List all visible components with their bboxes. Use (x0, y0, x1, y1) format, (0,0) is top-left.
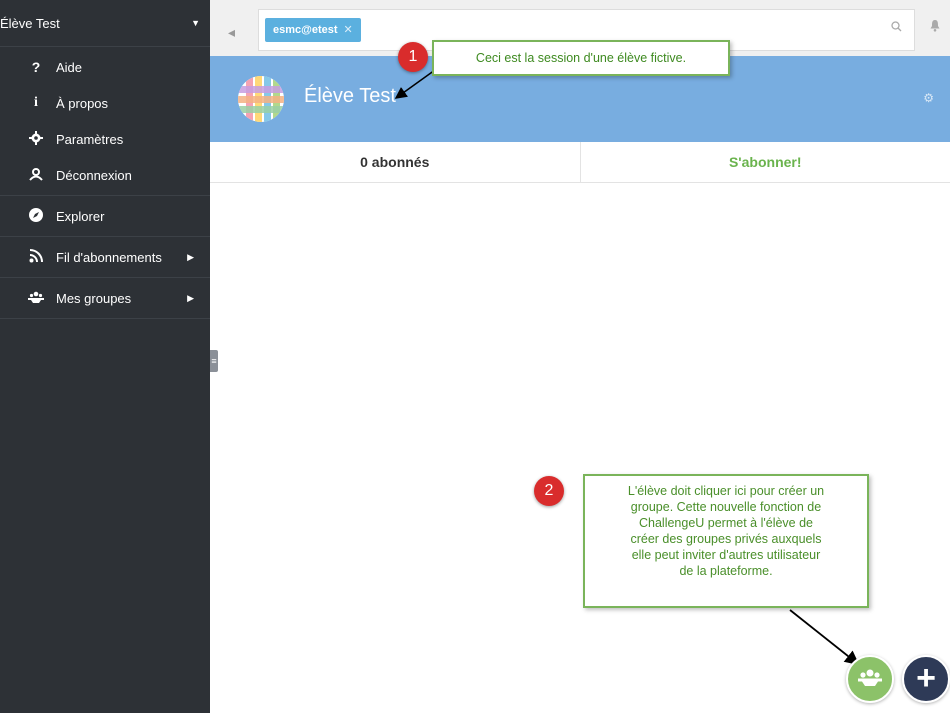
callout2-line: elle peut inviter d'autres utilisateur (631, 548, 821, 562)
group-icon (858, 669, 882, 686)
callout2-line: créer des groupes privés auxquels (630, 532, 822, 546)
callout2-line: de la plateforme. (679, 564, 773, 578)
annotation-number-1: 1 (398, 42, 428, 72)
callout2-line: L'élève doit cliquer ici pour créer un (627, 484, 825, 498)
plus-icon: + (916, 659, 936, 697)
callout2-arrow (789, 609, 860, 666)
annotation-callout-2: L'élève doit cliquer ici pour créer un g… (583, 474, 869, 608)
annotation-callout-1: Ceci est la session d'une élève fictive. (432, 40, 730, 76)
create-group-button[interactable] (846, 655, 894, 703)
callout1-arrow (394, 69, 436, 99)
annotation-number-2: 2 (534, 476, 564, 506)
callout2-line: ChallengeU permet à l'élève de (638, 516, 814, 530)
callout2-line: groupe. Cette nouvelle fonction de (630, 500, 822, 514)
add-button[interactable]: + (902, 655, 950, 703)
